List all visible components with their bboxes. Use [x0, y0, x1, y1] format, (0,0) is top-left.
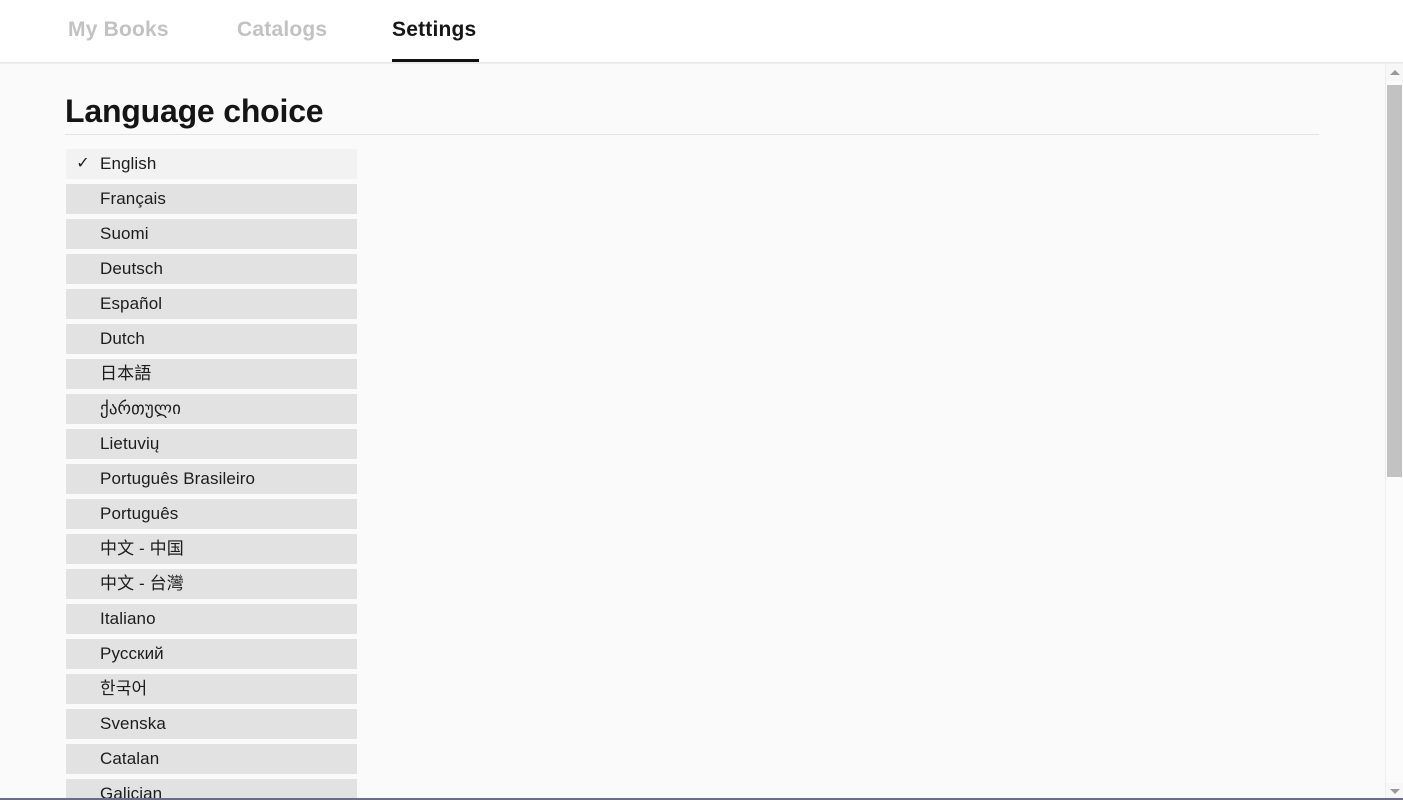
app-window: My Books Catalogs Settings Language choi… [0, 0, 1403, 800]
language-list: ✓ English Français Suomi Deutsch Español Dutch… [66, 149, 357, 800]
tab-settings-label: Settings [392, 18, 477, 41]
language-option[interactable]: ✓ English [66, 149, 357, 179]
tab-my-books[interactable]: My Books [68, 0, 169, 62]
triangle-down-icon [1389, 789, 1400, 794]
language-option[interactable]: Svenska [66, 709, 357, 739]
language-option-label: Français [100, 189, 166, 208]
language-option[interactable]: Français [66, 184, 357, 214]
language-option[interactable]: ქართული [66, 394, 357, 424]
language-option[interactable]: 日本語 [66, 359, 357, 389]
tab-settings[interactable]: Settings [392, 0, 479, 62]
language-option[interactable]: Lietuvių [66, 429, 357, 459]
language-option-label: Português Brasileiro [100, 469, 256, 488]
language-option-label: Dutch [100, 329, 145, 348]
language-option[interactable]: Português [66, 499, 357, 529]
language-option-label: ქართული [100, 399, 181, 418]
language-option[interactable]: Русский [66, 639, 357, 669]
language-option[interactable]: 中文 - 中国 [66, 534, 357, 564]
language-option[interactable]: Italiano [66, 604, 357, 634]
language-option-label: Español [100, 294, 163, 313]
vertical-scrollbar[interactable] [1385, 64, 1403, 800]
language-option-label: Deutsch [100, 259, 164, 278]
title-divider [65, 134, 1319, 135]
scrollbar-track[interactable] [1386, 81, 1403, 783]
language-option-label: 한국어 [100, 679, 148, 698]
scrollbar-thumb[interactable] [1387, 85, 1402, 477]
language-option-label: English [100, 154, 157, 173]
language-option[interactable]: Español [66, 289, 357, 319]
tab-catalogs-label: Catalogs [237, 18, 328, 41]
settings-content-pane: Language choice ✓ English Français Suomi Deu… [0, 64, 1385, 800]
language-option[interactable]: Português Brasileiro [66, 464, 357, 494]
tab-my-books-label: My Books [68, 18, 169, 41]
language-option-label: 中文 - 中国 [100, 539, 184, 558]
language-option[interactable]: Dutch [66, 324, 357, 354]
language-option-label: Lietuvių [100, 434, 160, 453]
language-option-label: Italiano [100, 609, 156, 628]
language-option[interactable]: Galician [66, 779, 357, 800]
top-tab-bar: My Books Catalogs Settings [0, 0, 1403, 62]
language-option[interactable]: Catalan [66, 744, 357, 774]
language-option-label: Português [100, 504, 179, 523]
page-title: Language choice [65, 93, 324, 129]
language-option-label: Suomi [100, 224, 149, 243]
active-tab-indicator [392, 59, 479, 62]
tab-catalogs[interactable]: Catalogs [237, 0, 327, 62]
language-option-label: 日本語 [100, 364, 152, 383]
language-option-label: Catalan [100, 749, 160, 768]
scroll-up-button[interactable] [1386, 64, 1403, 81]
language-option-label: Svenska [100, 714, 166, 733]
language-option[interactable]: Deutsch [66, 254, 357, 284]
language-option-label: 中文 - 台灣 [100, 574, 184, 593]
language-option[interactable]: Suomi [66, 219, 357, 249]
language-option-label: Русский [100, 644, 164, 663]
language-option[interactable]: 한국어 [66, 674, 357, 704]
triangle-up-icon [1389, 70, 1400, 75]
language-option[interactable]: 中文 - 台灣 [66, 569, 357, 599]
check-icon: ✓ [76, 155, 90, 172]
